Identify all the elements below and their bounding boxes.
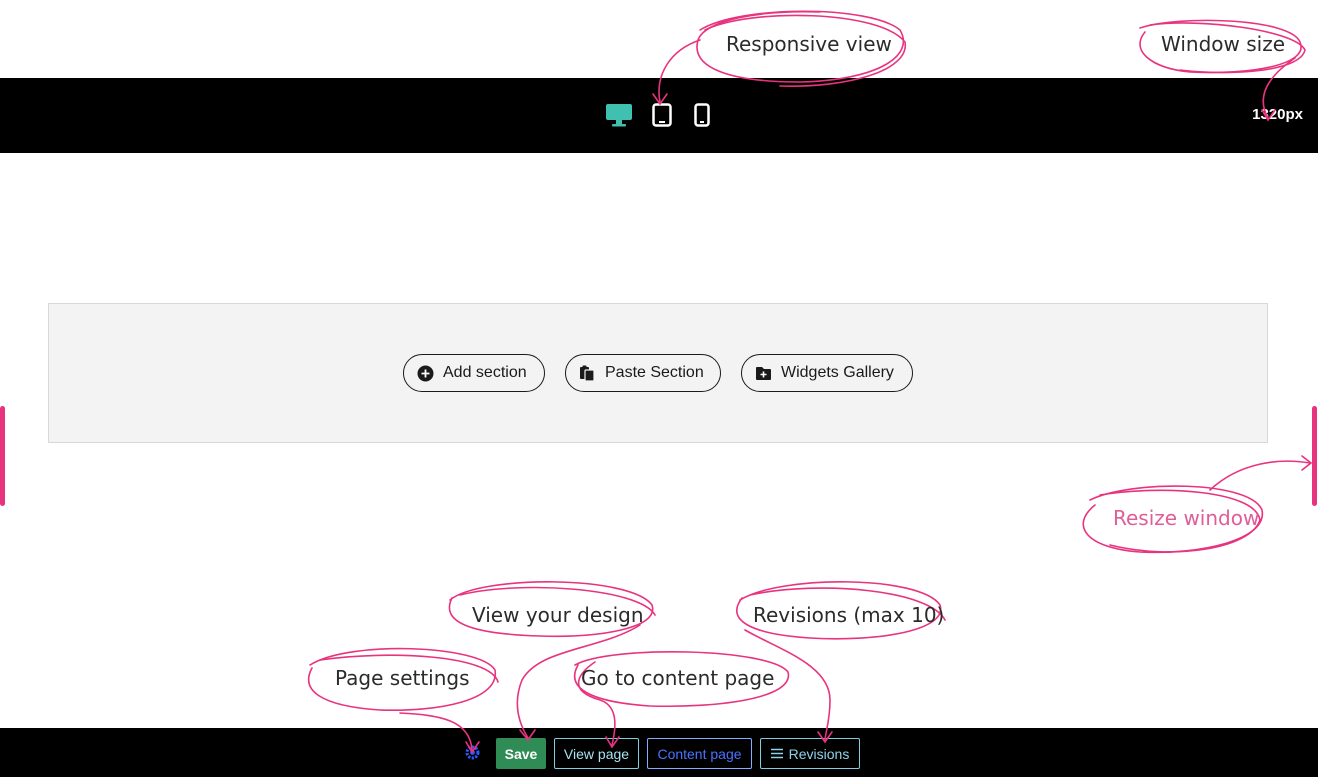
widgets-gallery-label: Widgets Gallery: [781, 364, 894, 381]
list-icon: [770, 748, 783, 759]
paste-section-button[interactable]: Paste Section: [565, 354, 721, 392]
content-page-button[interactable]: Content page: [647, 738, 752, 769]
tablet-view-button[interactable]: [650, 100, 674, 130]
revisions-button[interactable]: Revisions: [760, 738, 860, 769]
plus-circle-icon: [417, 365, 434, 382]
desktop-icon: [606, 104, 632, 127]
mobile-view-button[interactable]: [692, 100, 712, 130]
view-page-button[interactable]: View page: [554, 738, 639, 769]
window-size-readout: 1320px: [1252, 106, 1303, 123]
revisions-label: Revisions: [788, 745, 850, 762]
annotation-page-settings: Page settings: [335, 666, 470, 690]
page-settings-button[interactable]: [464, 744, 481, 761]
mobile-icon: [694, 103, 710, 127]
annotation-revisions: Revisions (max 10): [753, 603, 945, 627]
add-section-button[interactable]: Add section: [403, 354, 545, 392]
gear-icon: [465, 745, 480, 760]
add-section-label: Add section: [443, 364, 527, 381]
bottom-toolbar: Save View page Content page Revisions: [0, 728, 1318, 777]
widgets-gallery-button[interactable]: Widgets Gallery: [741, 354, 913, 392]
annotation-content-page: Go to content page: [581, 666, 775, 690]
resize-handle-left[interactable]: [0, 406, 5, 506]
responsive-toolbar: 1320px: [0, 78, 1318, 153]
resize-handle-right[interactable]: [1312, 406, 1317, 506]
annotation-view-design: View your design: [472, 603, 644, 627]
folder-plus-icon: [755, 365, 772, 382]
section-drop-zone: Add section Paste Section Widgets Galler…: [48, 303, 1268, 443]
tablet-icon: [652, 103, 672, 127]
paste-section-label: Paste Section: [605, 364, 704, 381]
annotation-window-size: Window size: [1161, 32, 1285, 56]
save-button[interactable]: Save: [496, 738, 546, 769]
desktop-view-button[interactable]: [604, 100, 634, 130]
annotation-responsive-view: Responsive view: [726, 32, 892, 56]
annotation-resize-window: Resize window: [1113, 506, 1260, 530]
paste-icon: [579, 365, 596, 382]
